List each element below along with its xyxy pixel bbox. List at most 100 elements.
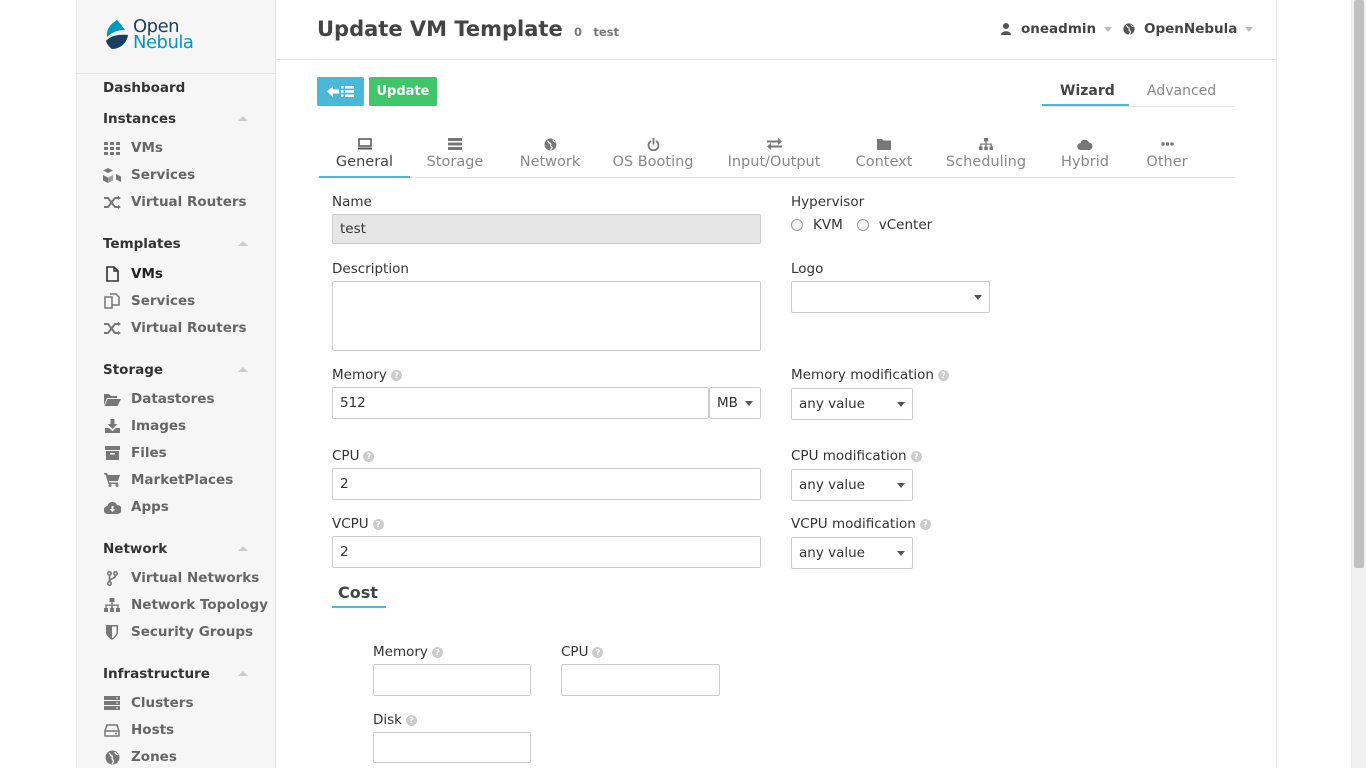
memory-input[interactable]: 512 [332, 387, 709, 419]
page-scrollbar[interactable] [1351, 0, 1366, 768]
sidebar-item-datastores[interactable]: Datastores [103, 387, 302, 411]
cpu-input[interactable]: 2 [332, 468, 761, 500]
sidebar-item-instances-virtual-routers[interactable]: Virtual Routers [103, 190, 302, 214]
sidebar-item-templates-virtual-routers[interactable]: Virtual Routers [103, 316, 302, 340]
name-field[interactable]: test [332, 214, 761, 244]
help-icon[interactable]: ? [363, 450, 375, 462]
update-button[interactable]: Update [369, 77, 437, 106]
sidebar-item-files[interactable]: Files [103, 441, 302, 465]
tab-other[interactable]: Other [1141, 130, 1193, 178]
memory-unit-select[interactable]: MB [709, 387, 761, 419]
sidebar-item-dashboard[interactable]: Dashboard [103, 76, 302, 100]
opennebula-logo[interactable]: Open Nebula [104, 18, 194, 52]
cpu-modification-select[interactable]: any value [791, 469, 913, 501]
tab-storage[interactable]: Storage [420, 130, 490, 178]
chevron-down-icon [1245, 27, 1254, 32]
sidebar-group-storage[interactable]: Storage [103, 358, 302, 382]
user-menu[interactable]: oneadmin [1001, 21, 1113, 37]
help-icon[interactable]: ? [431, 646, 443, 658]
scrollbar-thumb[interactable] [1354, 0, 1364, 568]
tab-label: Context [855, 154, 913, 170]
cost-memory-input[interactable] [373, 664, 531, 696]
sidebar-item-virtual-networks[interactable]: Virtual Networks [103, 566, 302, 590]
help-icon[interactable]: ? [390, 369, 402, 381]
cost-cpu-label-text: CPU [561, 644, 589, 660]
sidebar-group-network[interactable]: Network [103, 537, 302, 561]
hypervisor-options: KVM vCenter [791, 217, 932, 233]
tab-network[interactable]: Network [515, 130, 585, 178]
cost-disk-input[interactable] [373, 732, 531, 763]
template-id: 0 [574, 25, 583, 39]
chevron-down-icon [897, 483, 905, 488]
sidebar-item-label: Apps [131, 499, 169, 515]
sidebar-item-zones[interactable]: Zones [103, 745, 302, 768]
random-icon [103, 320, 121, 336]
back-to-list-button[interactable] [317, 77, 364, 106]
globe-icon [1123, 23, 1135, 35]
vcpu-label-text: VCPU [332, 516, 369, 532]
sidebar-group-templates[interactable]: Templates [103, 232, 302, 256]
tab-hybrid[interactable]: Hybrid [1056, 130, 1114, 178]
mode-tabs: Wizard Advanced [1042, 76, 1234, 107]
sidebar-item-security-groups[interactable]: Security Groups [103, 620, 302, 644]
kvm-radio[interactable] [791, 219, 803, 231]
help-icon[interactable]: ? [910, 450, 922, 462]
sidebar-item-label: VMs [131, 266, 163, 282]
memory-label: Memory ? [332, 367, 402, 383]
cost-cpu-input[interactable] [561, 664, 720, 696]
sidebar-item-label: Virtual Networks [131, 570, 260, 586]
shield-icon [103, 624, 121, 640]
cost-disk-label: Disk ? [373, 712, 417, 728]
tab-wizard[interactable]: Wizard [1060, 83, 1115, 99]
sidebar-item-templates-services[interactable]: Services [103, 289, 302, 313]
sidebar-item-apps[interactable]: Apps [103, 495, 302, 519]
sidebar-item-instances-services[interactable]: Services [103, 163, 302, 187]
cpu-label: CPU ? [332, 448, 375, 464]
sidebar-group-label: Infrastructure [103, 666, 210, 682]
vcpu-input[interactable]: 2 [332, 536, 761, 568]
help-icon[interactable]: ? [372, 518, 384, 530]
tab-os-booting[interactable]: OS Booting [612, 130, 694, 178]
sidebar-item-images[interactable]: Images [103, 414, 302, 438]
memory-modification-select[interactable]: any value [791, 388, 913, 420]
memory-mod-label-text: Memory modification [791, 367, 934, 383]
cost-section-title[interactable]: Cost [338, 583, 378, 602]
vcpu-modification-select[interactable]: any value [791, 537, 913, 569]
description-field[interactable] [332, 281, 761, 351]
tab-advanced[interactable]: Advanced [1147, 83, 1216, 99]
tab-context[interactable]: Context [851, 130, 917, 178]
sidebar-item-clusters[interactable]: Clusters [103, 691, 302, 715]
cost-disk-label-text: Disk [373, 712, 402, 728]
sidebar-item-instances-vms[interactable]: VMs [103, 136, 302, 160]
sidebar-group-infrastructure[interactable]: Infrastructure [103, 662, 302, 686]
vcenter-radio[interactable] [856, 219, 869, 231]
vcpu-label: VCPU ? [332, 516, 384, 532]
sidebar-item-label: Virtual Routers [131, 320, 247, 336]
help-icon[interactable]: ? [406, 714, 417, 726]
sidebar-item-label: Hosts [131, 722, 175, 738]
sidebar-item-network-topology[interactable]: Network Topology [103, 593, 302, 617]
help-icon[interactable]: ? [937, 369, 949, 381]
sidebar-item-hosts[interactable]: Hosts [103, 718, 302, 742]
sidebar-item-label: Security Groups [131, 624, 254, 640]
zone-menu[interactable]: OpenNebula [1123, 21, 1254, 37]
sidebar-group-instances[interactable]: Instances [103, 107, 302, 131]
memory-mod-value: any value [799, 396, 865, 412]
help-icon[interactable]: ? [919, 518, 931, 530]
sidebar: Open Nebula Dashboard Instances VMs Serv… [76, 0, 276, 768]
name-label: Name [332, 194, 372, 210]
ellipsis-icon [1160, 134, 1174, 154]
chevron-down-icon [1104, 27, 1113, 32]
logo-select[interactable] [791, 281, 990, 313]
caret-up-icon [238, 546, 248, 551]
cost-memory-label: Memory ? [373, 644, 443, 660]
tab-general[interactable]: General [319, 130, 410, 178]
help-icon[interactable]: ? [592, 646, 604, 658]
tab-label: Other [1146, 154, 1188, 170]
tab-scheduling[interactable]: Scheduling [941, 130, 1031, 178]
sidebar-item-label: Virtual Routers [131, 194, 247, 210]
sidebar-item-templates-vms[interactable]: VMs [103, 262, 302, 286]
tab-input-output[interactable]: Input/Output [724, 130, 824, 178]
sidebar-item-marketplaces[interactable]: MarketPlaces [103, 468, 302, 492]
memory-modification-label: Memory modification ? [791, 367, 949, 383]
